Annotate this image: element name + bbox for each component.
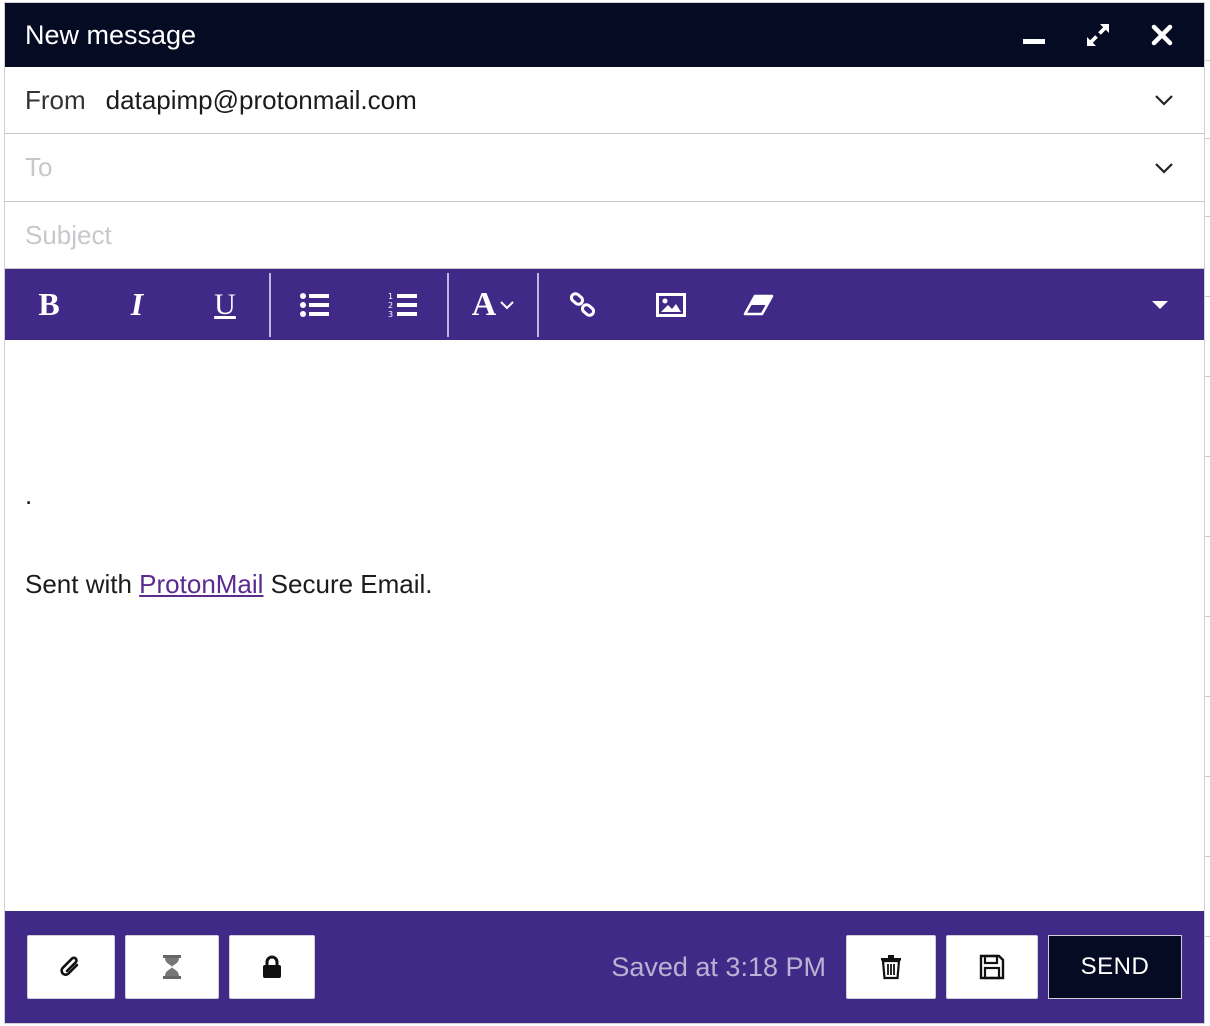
caret-down-icon	[1152, 300, 1168, 309]
to-row	[5, 134, 1204, 202]
chevron-down-icon	[1155, 162, 1173, 174]
composer-title: New message	[25, 19, 197, 50]
attach-button[interactable]	[27, 935, 115, 999]
italic-icon: I	[130, 286, 144, 322]
from-label: From	[25, 84, 86, 115]
close-icon	[1151, 24, 1173, 46]
close-button[interactable]	[1140, 13, 1184, 57]
from-dropdown-toggle[interactable]	[1144, 80, 1184, 120]
svg-text:1: 1	[388, 292, 393, 301]
eraser-icon	[743, 294, 774, 315]
bold-button[interactable]: B	[5, 269, 93, 341]
underline-button[interactable]: U	[181, 269, 269, 341]
subject-row	[5, 202, 1204, 268]
bold-icon: B	[38, 286, 60, 322]
delete-draft-button[interactable]	[846, 935, 936, 999]
minimize-icon	[1023, 39, 1045, 44]
bullet-list-button[interactable]	[271, 269, 359, 341]
font-style-button[interactable]: A	[449, 269, 537, 341]
lock-icon	[263, 955, 281, 978]
expand-icon	[1087, 24, 1109, 46]
encryption-button[interactable]	[229, 935, 315, 999]
hourglass-icon	[163, 955, 181, 979]
composer-window: New message From datapimp@protonmail.com	[4, 2, 1205, 1024]
minimize-button[interactable]	[1012, 13, 1056, 57]
numbered-list-icon: 1 2 3	[388, 292, 417, 319]
numbered-list-button[interactable]: 1 2 3	[359, 269, 447, 341]
send-button[interactable]: SEND	[1048, 935, 1182, 999]
image-icon	[656, 292, 686, 317]
expiration-button[interactable]	[125, 935, 219, 999]
svg-text:3: 3	[388, 310, 393, 319]
font-icon: A	[471, 285, 497, 323]
composer-titlebar: New message	[5, 3, 1204, 67]
body-line: .	[25, 480, 33, 510]
italic-button[interactable]: I	[93, 269, 181, 341]
signature: Sent with ProtonMail Secure Email.	[25, 568, 1184, 600]
insert-link-button[interactable]	[539, 269, 627, 341]
protonmail-link[interactable]: ProtonMail	[139, 569, 263, 599]
clear-formatting-button[interactable]	[715, 269, 803, 341]
from-row: From datapimp@protonmail.com	[5, 67, 1204, 134]
more-options-button[interactable]	[1116, 269, 1204, 341]
underline-icon: U	[214, 287, 236, 321]
insert-image-button[interactable]	[627, 269, 715, 341]
formatting-toolbar: B I U 1 2 3 A	[5, 268, 1204, 340]
subject-input[interactable]	[25, 219, 1184, 251]
svg-text:2: 2	[388, 301, 393, 310]
paperclip-icon	[60, 956, 79, 976]
message-body-editor[interactable]: . Sent with ProtonMail Secure Email.	[5, 340, 1204, 912]
saved-status: Saved at 3:18 PM	[611, 951, 826, 982]
signature-prefix: Sent with	[25, 569, 140, 599]
to-input[interactable]	[25, 152, 1144, 183]
signature-suffix: Secure Email.	[263, 569, 433, 599]
trash-icon	[881, 955, 901, 980]
floppy-disk-icon	[979, 954, 1005, 980]
from-address[interactable]: datapimp@protonmail.com	[106, 85, 1144, 116]
save-draft-button[interactable]	[946, 935, 1038, 999]
maximize-button[interactable]	[1076, 13, 1120, 57]
chevron-down-icon	[500, 300, 514, 309]
composer-footer: Saved at 3:18 PM SEND	[5, 911, 1204, 1023]
bullet-list-icon	[300, 292, 329, 317]
to-dropdown-toggle[interactable]	[1144, 148, 1184, 188]
link-icon	[569, 291, 596, 317]
chevron-down-icon	[1155, 95, 1173, 106]
